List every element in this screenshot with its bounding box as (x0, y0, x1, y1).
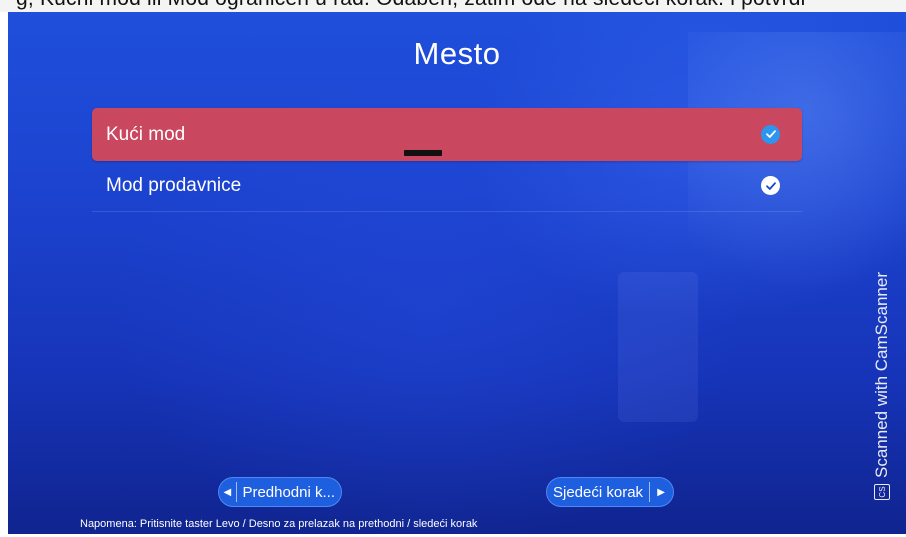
check-circle-icon (761, 124, 780, 144)
arrow-left-icon: ◀ (223, 486, 232, 498)
option-store-mode[interactable]: Mod prodavnice (92, 161, 802, 212)
clipped-top-text: g, Kućni mod ili Mod ograničen u rad. Od… (16, 0, 806, 11)
previous-step-button[interactable]: ◀ Predhodni k... (218, 477, 342, 507)
next-step-label: Sjedeći korak (553, 483, 644, 501)
option-label: Kući mod (106, 123, 186, 145)
camscanner-watermark: Scanned with CamScanner CS (863, 272, 901, 534)
screen-artifact (404, 150, 442, 156)
camscanner-logo-icon: CS (874, 484, 890, 501)
clipped-top-text-strip: g, Kućni mod ili Mod ograničen u rad. Od… (0, 0, 906, 12)
tv-setup-screen: Mesto Kući mod Mod prodavnice ◀ Predhodn… (8, 12, 906, 534)
arrow-right-icon: ▶ (657, 486, 665, 498)
location-options-list: Kući mod Mod prodavnice (92, 108, 802, 212)
check-circle-icon (761, 176, 780, 195)
background-reflection (618, 272, 698, 422)
page-title: Mesto (413, 36, 501, 71)
option-label: Mod prodavnice (106, 175, 242, 196)
option-home-mode[interactable]: Kući mod (92, 108, 802, 161)
next-step-button[interactable]: Sjedeći korak ▶ (546, 477, 674, 507)
previous-step-label: Predhodni k... (242, 483, 335, 501)
navigation-note: Napomena: Pritisnite taster Levo / Desno… (80, 518, 478, 530)
watermark-text: Scanned with CamScanner (872, 272, 891, 479)
